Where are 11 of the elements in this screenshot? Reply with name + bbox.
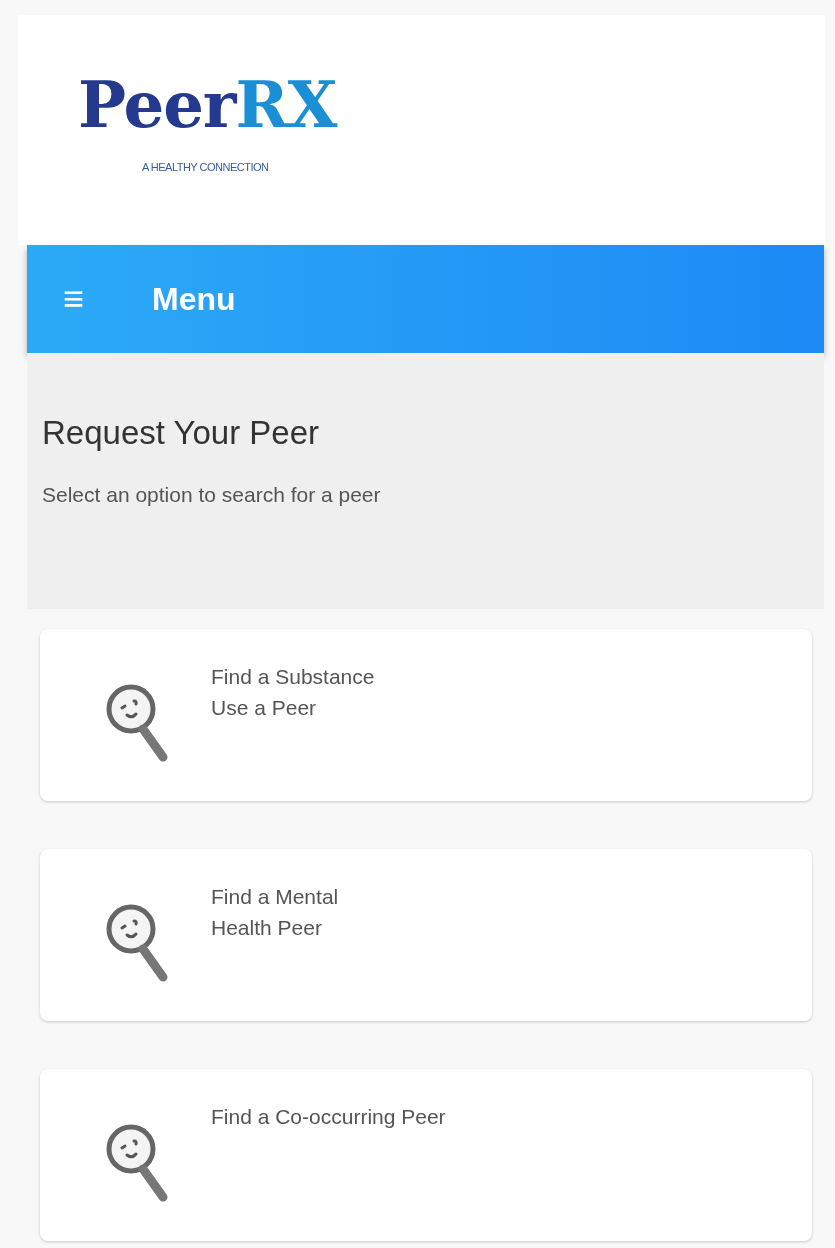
logo: PeerRX — [78, 73, 339, 137]
page-subtitle: Select an option to search for a peer — [42, 481, 382, 508]
option-card[interactable]: Find a Substance Use a Peer — [40, 629, 812, 801]
navbar-title: Menu — [152, 280, 236, 319]
option-label: Find a Mental Health Peer — [211, 884, 339, 941]
option-card[interactable]: Find a Mental Health Peer — [40, 849, 812, 1021]
page-heading: Request Your Peer — [42, 413, 321, 453]
option-card[interactable]: Find a Co-occurring Peer — [40, 1069, 812, 1241]
option-label: Find a Co-occurring Peer — [211, 1104, 446, 1130]
option-label: Find a Substance Use a Peer — [211, 664, 375, 721]
logo-tagline: A HEALTHY CONNECTION — [142, 160, 269, 175]
